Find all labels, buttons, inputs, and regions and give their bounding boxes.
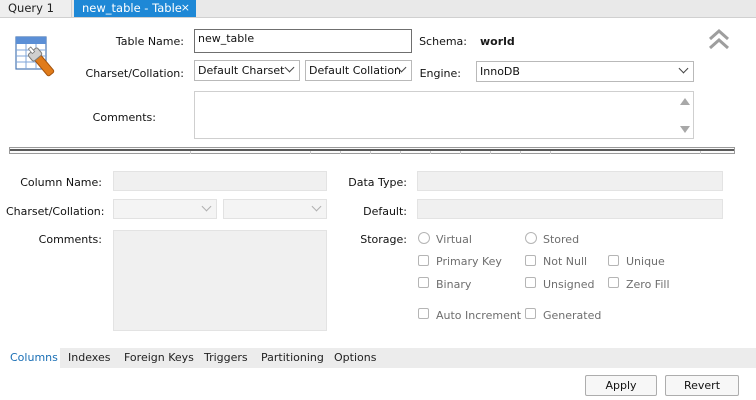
column-charset-label: Charset/Collation: xyxy=(6,205,105,218)
table-name-label: Table Name: xyxy=(115,35,184,48)
table-comments-textarea[interactable] xyxy=(194,91,694,139)
apply-button[interactable]: Apply xyxy=(585,375,657,396)
grid-column-divider xyxy=(400,151,401,154)
tab-foreign-keys[interactable]: Foreign Keys xyxy=(124,348,194,368)
chevron-down-icon xyxy=(311,201,322,212)
generated-label: Generated xyxy=(543,309,602,322)
chevron-down-icon xyxy=(201,201,212,212)
auto-increment-label: Auto Increment xyxy=(436,309,522,322)
engine-label: Engine: xyxy=(419,67,461,80)
unique-checkbox[interactable] xyxy=(608,255,619,266)
charset-select[interactable]: Default Charset xyxy=(194,60,300,81)
engine-select[interactable]: InnoDB xyxy=(476,61,694,82)
comments-label: Comments: xyxy=(92,111,156,124)
auto-increment-checkbox[interactable] xyxy=(418,308,429,319)
primary-key-label: Primary Key xyxy=(436,255,502,268)
binary-checkbox[interactable] xyxy=(418,277,429,288)
grid-column-divider xyxy=(340,151,341,154)
column-name-input[interactable] xyxy=(113,171,327,191)
collation-value: Default Collation xyxy=(309,64,402,77)
editor-tab-strip xyxy=(0,348,756,368)
grid-column-divider xyxy=(430,151,431,154)
close-icon[interactable]: × xyxy=(181,0,190,16)
column-comments-label: Comments: xyxy=(38,233,102,246)
grid-column-divider xyxy=(700,151,701,154)
grid-column-divider xyxy=(190,151,191,154)
tab-new-table[interactable]: new_table - Table × xyxy=(74,0,196,17)
not-null-checkbox[interactable] xyxy=(525,255,536,266)
default-label: Default: xyxy=(363,205,407,218)
grid-header-bar xyxy=(10,149,734,151)
column-name-label: Column Name: xyxy=(20,176,102,189)
storage-label: Storage: xyxy=(360,233,407,246)
stored-radio[interactable] xyxy=(525,232,537,244)
column-comments-textarea[interactable] xyxy=(113,230,327,331)
table-name-value: new_table xyxy=(198,32,255,45)
engine-value: InnoDB xyxy=(480,65,520,78)
tab-options[interactable]: Options xyxy=(334,348,376,368)
virtual-radio[interactable] xyxy=(418,232,430,244)
chevron-down-icon xyxy=(284,62,295,73)
unsigned-label: Unsigned xyxy=(543,278,595,291)
grid-column-divider xyxy=(460,151,461,154)
data-type-label: Data Type: xyxy=(348,176,407,189)
revert-button[interactable]: Revert xyxy=(665,375,739,396)
table-editor-icon xyxy=(14,32,60,78)
schema-label: Schema: xyxy=(419,35,467,48)
grid-column-divider xyxy=(490,151,491,154)
grid-column-divider xyxy=(370,151,371,154)
tab-label: new_table - Table xyxy=(82,1,182,15)
schema-value: world xyxy=(480,35,515,48)
zero-fill-checkbox[interactable] xyxy=(608,277,619,288)
scroll-up-icon[interactable] xyxy=(680,98,690,105)
chevron-down-icon xyxy=(678,63,689,74)
virtual-label: Virtual xyxy=(436,233,472,246)
charset-collation-label: Charset/Collation: xyxy=(85,67,184,80)
unsigned-checkbox[interactable] xyxy=(525,277,536,288)
not-null-label: Not Null xyxy=(543,255,588,268)
column-collation-select[interactable] xyxy=(223,199,327,219)
columns-grid[interactable] xyxy=(9,147,735,154)
collapse-header-icon[interactable] xyxy=(708,27,730,51)
tab-query-1[interactable]: Query 1 xyxy=(0,0,72,17)
stored-label: Stored xyxy=(543,233,580,246)
table-name-input[interactable]: new_table xyxy=(194,29,412,53)
scroll-down-icon[interactable] xyxy=(680,126,690,133)
collation-select[interactable]: Default Collation xyxy=(305,60,412,81)
binary-label: Binary xyxy=(436,278,472,291)
tab-partitioning[interactable]: Partitioning xyxy=(261,348,324,368)
primary-key-checkbox[interactable] xyxy=(418,255,429,266)
column-charset-select[interactable] xyxy=(113,199,217,219)
grid-column-divider xyxy=(520,151,521,154)
data-type-input[interactable] xyxy=(417,171,723,191)
tab-columns[interactable]: Columns xyxy=(10,348,58,368)
tab-indexes[interactable]: Indexes xyxy=(68,348,110,368)
tab-label: Query 1 xyxy=(8,1,54,15)
grid-column-divider xyxy=(550,151,551,154)
generated-checkbox[interactable] xyxy=(525,308,536,319)
charset-value: Default Charset xyxy=(198,64,285,77)
unique-label: Unique xyxy=(626,255,665,268)
zero-fill-label: Zero Fill xyxy=(626,278,670,291)
tab-triggers[interactable]: Triggers xyxy=(204,348,248,368)
grid-column-divider xyxy=(310,151,311,154)
default-input[interactable] xyxy=(417,199,723,219)
